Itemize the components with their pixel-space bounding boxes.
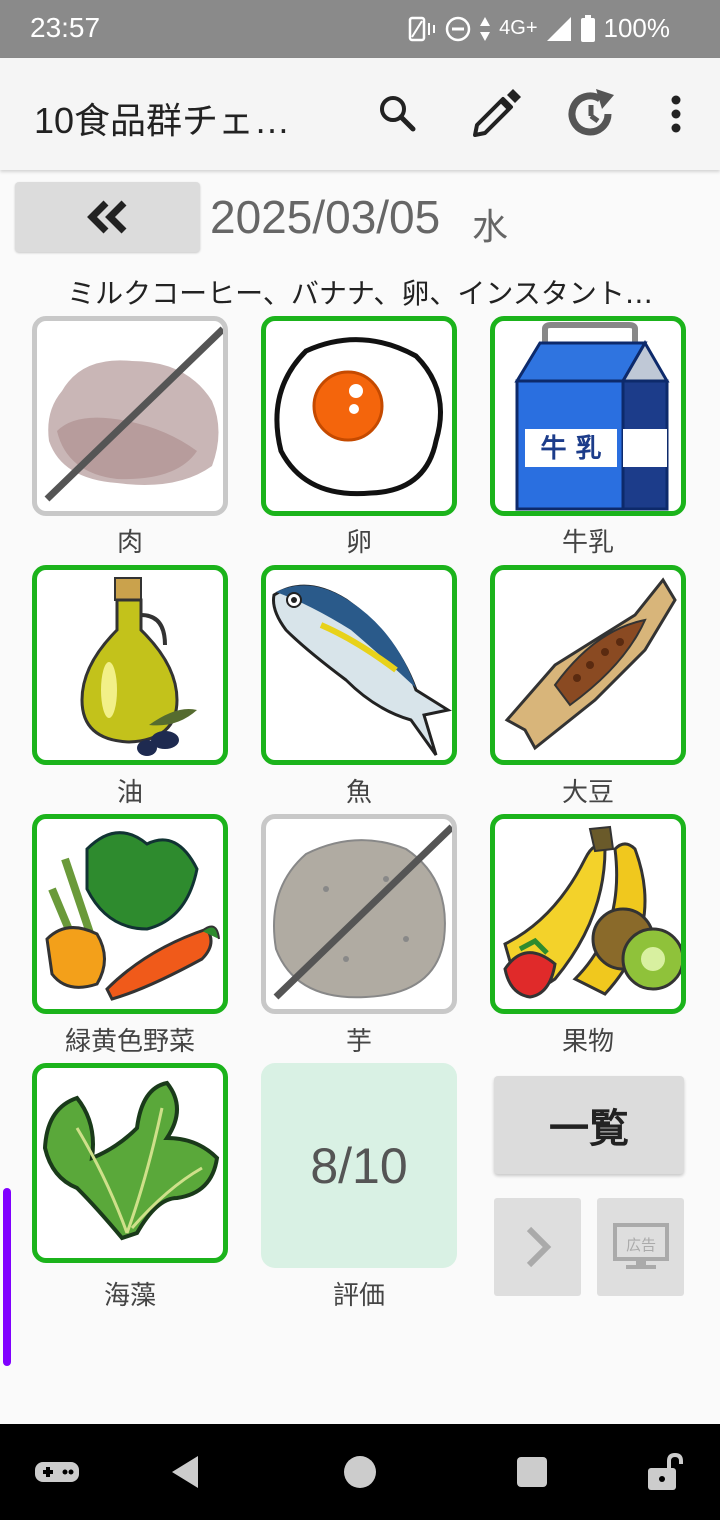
food-group-egg-tile[interactable] (261, 316, 457, 516)
previous-day-button[interactable] (15, 182, 200, 252)
double-chevron-left-icon (86, 200, 126, 234)
more-options-button[interactable] (646, 84, 706, 144)
fruit-icon (503, 825, 681, 999)
battery-icon (580, 14, 595, 42)
food-group-label: 卵 (345, 528, 372, 558)
recents-button[interactable] (507, 1452, 557, 1492)
food-group-label: 果物 (561, 1027, 614, 1057)
date-display[interactable]: 2025/03/05 (210, 190, 440, 244)
list-button-label: 一覧 (549, 1106, 629, 1152)
home-button[interactable] (335, 1452, 385, 1492)
status-bar: 23:57 4G+ 100% (0, 0, 720, 58)
back-button[interactable] (160, 1452, 210, 1492)
gamepad-icon (35, 1462, 79, 1482)
history-icon (568, 89, 614, 136)
evaluation-label: 評価 (332, 1281, 385, 1311)
foods-eaten-summary[interactable]: ミルクコーヒー、バナナ、卵、インスタント… (0, 272, 720, 312)
food-group-milk-tile[interactable]: 牛 乳 (490, 316, 686, 516)
data-arrows-icon (480, 16, 491, 41)
next-button[interactable] (494, 1198, 581, 1296)
do-not-disturb-icon (445, 16, 471, 41)
meat-icon (44, 326, 223, 502)
food-group-oil-tile[interactable] (32, 565, 228, 765)
ad-label: 広告 (625, 1236, 655, 1254)
scroll-indicator (3, 1188, 11, 1366)
edit-button[interactable] (466, 84, 526, 144)
pencil-icon (473, 89, 521, 137)
vegetables-icon (45, 831, 220, 1001)
battery-level: 100% (603, 13, 671, 43)
search-icon (380, 96, 416, 132)
recents-square-icon (517, 1457, 547, 1487)
milk-carton-icon: 牛 乳 (514, 322, 670, 511)
food-group-label: 肉 (116, 528, 143, 558)
weekday-display: 水 (472, 207, 509, 248)
food-group-label: 魚 (345, 778, 372, 808)
fried-egg-icon (274, 337, 443, 497)
food-group-vegetables-tile[interactable] (32, 814, 228, 1014)
chevron-right-icon (526, 1226, 551, 1268)
list-button[interactable]: 一覧 (494, 1076, 684, 1174)
unlock-icon (648, 1452, 683, 1490)
status-time: 23:57 (30, 12, 101, 43)
evaluation-score[interactable]: 8/10 (261, 1063, 457, 1268)
food-group-seaweed-tile[interactable] (32, 1063, 228, 1263)
navigation-bar (0, 1424, 720, 1520)
potato-icon (273, 824, 452, 1000)
history-button[interactable] (561, 84, 621, 144)
home-circle-icon (344, 1456, 376, 1488)
ad-button[interactable]: 広告 (597, 1198, 684, 1296)
fish-icon (272, 584, 452, 756)
ad-monitor-icon: 広告 (612, 1223, 669, 1269)
search-button[interactable] (368, 84, 428, 144)
natto-icon (504, 577, 677, 751)
network-type: 4G+ (499, 17, 538, 39)
vibrate-icon (408, 16, 436, 41)
food-group-label: 芋 (345, 1027, 372, 1057)
food-group-label: 大豆 (561, 778, 614, 808)
app-bar: 10食品群チェ… (0, 58, 720, 170)
food-group-label: 油 (116, 778, 143, 808)
food-group-label: 牛乳 (561, 528, 614, 558)
food-group-fruit-tile[interactable] (490, 814, 686, 1014)
food-group-fish-tile[interactable] (261, 565, 457, 765)
food-group-meat-tile[interactable] (32, 316, 228, 516)
screen-lock-button[interactable] (640, 1452, 690, 1492)
food-group-potato-tile[interactable] (261, 814, 457, 1014)
seaweed-icon (42, 1080, 220, 1241)
carton-text: 牛 乳 (540, 434, 601, 464)
food-group-label: 緑黄色野菜 (64, 1027, 195, 1057)
evaluation-score-text: 8/10 (310, 1137, 408, 1194)
oil-bottle-icon (80, 577, 197, 756)
food-group-soybean-tile[interactable] (490, 565, 686, 765)
more-vert-icon (671, 95, 681, 133)
food-group-label: 海藻 (103, 1281, 156, 1311)
game-mode-button[interactable] (32, 1452, 82, 1492)
signal-icon (546, 16, 571, 41)
app-title: 10食品群チェ… (34, 100, 291, 141)
back-triangle-icon (172, 1456, 198, 1488)
